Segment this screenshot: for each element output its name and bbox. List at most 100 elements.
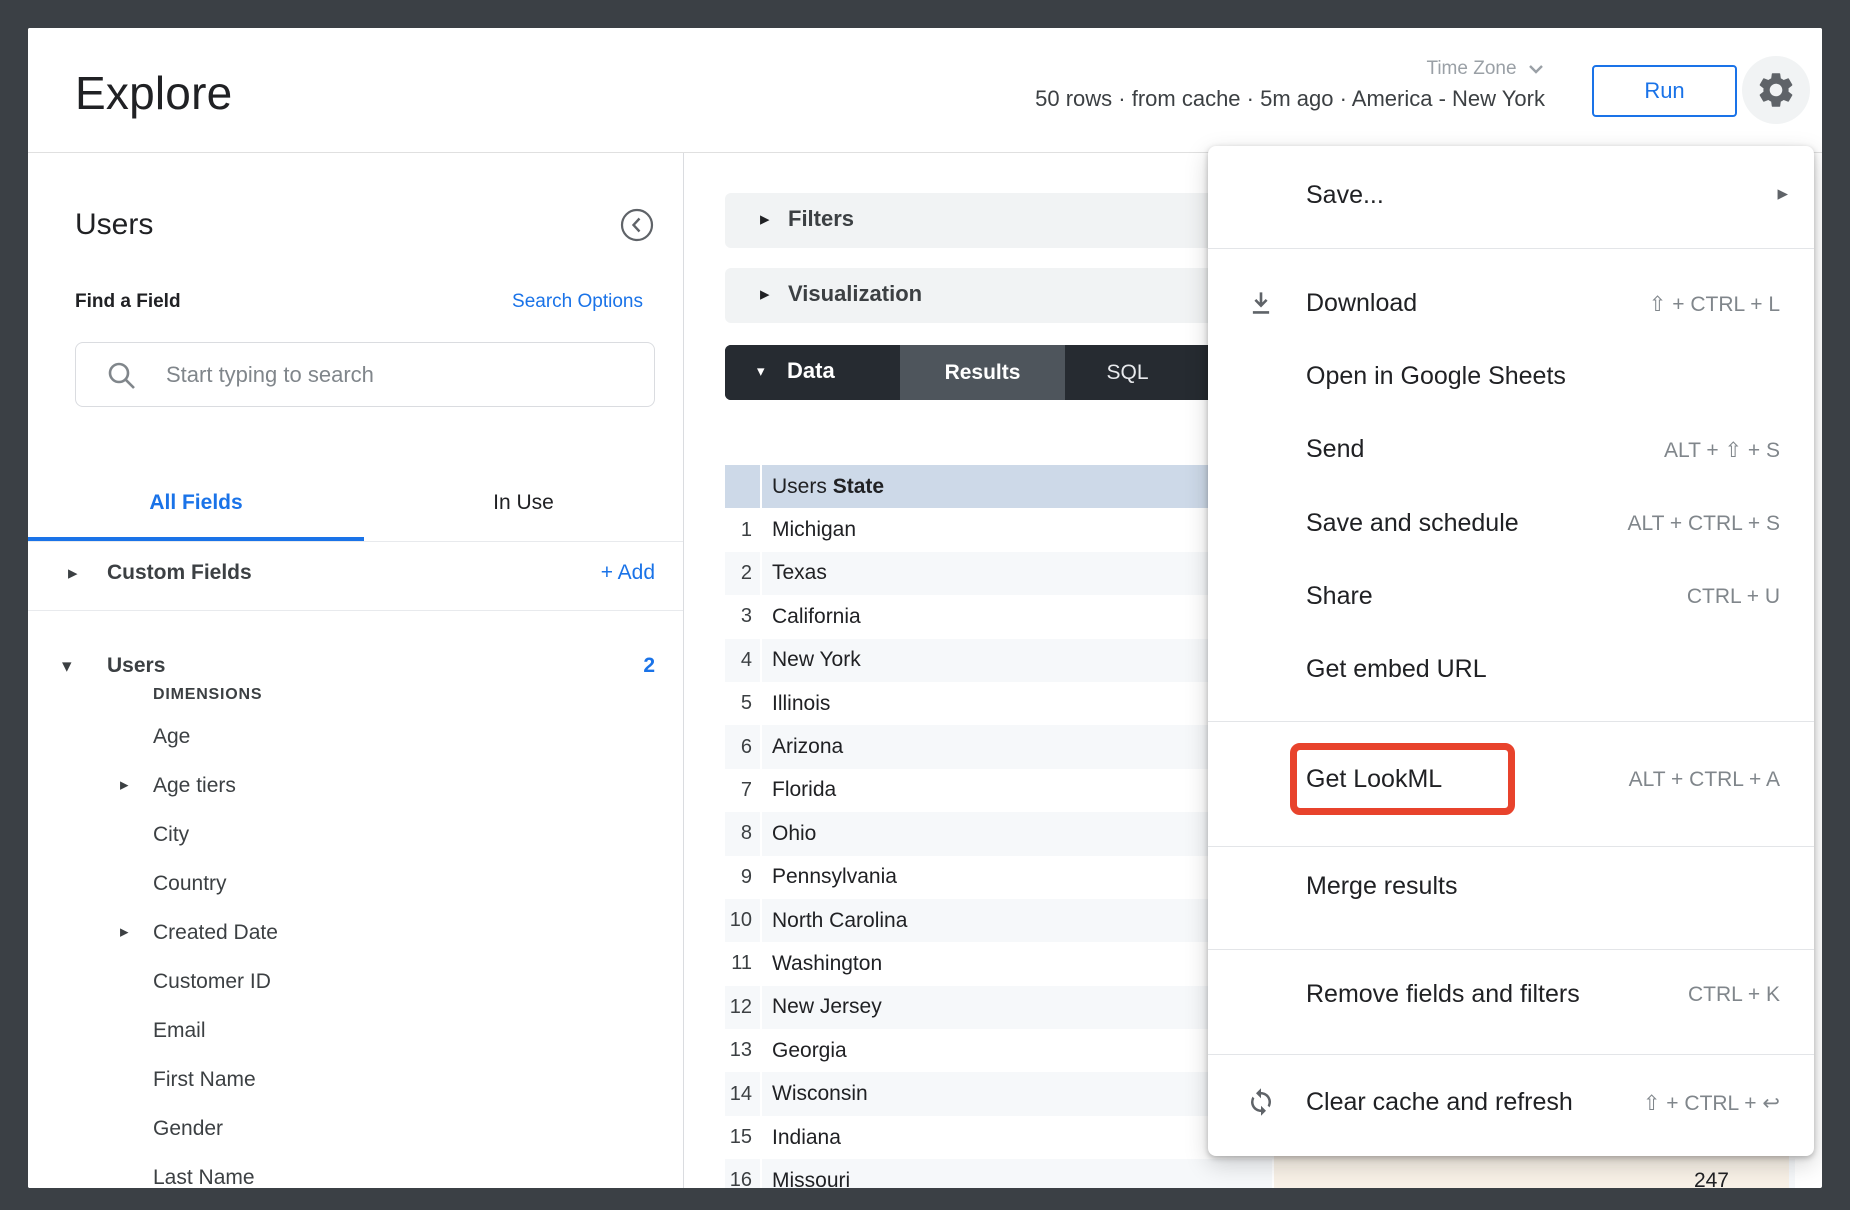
row-number: 15 — [725, 1116, 762, 1159]
menu-item-label: Get embed URL — [1306, 655, 1487, 684]
field-picker-sidebar: Users Find a Field Search Options All Fi… — [28, 153, 684, 1188]
state-cell[interactable]: Ohio — [762, 812, 1272, 855]
row-number: 6 — [725, 725, 762, 768]
state-cell[interactable]: New York — [762, 639, 1272, 682]
state-cell[interactable]: Pennsylvania — [762, 856, 1272, 899]
menu-item-save[interactable]: Save...▸ — [1208, 167, 1814, 223]
table-row: 16Missouri247 — [725, 1159, 1795, 1188]
chevron-down-icon — [1527, 63, 1545, 75]
field-item-customer-id[interactable]: Customer ID — [28, 959, 683, 1008]
menu-item-label: Save... — [1306, 181, 1384, 210]
row-number: 8 — [725, 812, 762, 855]
menu-item-remove[interactable]: Remove fields and filtersCTRL + K — [1208, 966, 1814, 1022]
row-number: 2 — [725, 552, 762, 595]
run-button[interactable]: Run — [1592, 65, 1737, 117]
field-label: Age tiers — [153, 774, 236, 798]
time-zone-control[interactable]: Time Zone — [1426, 58, 1545, 80]
menu-item-share[interactable]: ShareCTRL + U — [1208, 568, 1814, 624]
menu-item-sheets[interactable]: Open in Google Sheets — [1208, 348, 1814, 404]
gear-button[interactable] — [1742, 56, 1810, 124]
custom-fields-row[interactable]: ▸ Custom Fields + Add — [28, 548, 683, 604]
active-tab-underline — [28, 537, 364, 541]
menu-item-shortcut: CTRL + K — [1688, 983, 1780, 1007]
menu-item-label: Download — [1306, 289, 1417, 318]
menu-item-shortcut: CTRL + U — [1687, 585, 1780, 609]
menu-item-merge[interactable]: Merge results — [1208, 858, 1814, 914]
state-cell[interactable]: Georgia — [762, 1029, 1272, 1072]
chevron-right-icon[interactable]: ▸ — [120, 775, 129, 795]
collapse-sidebar-button[interactable] — [620, 208, 654, 242]
menu-item-label: Save and schedule — [1306, 509, 1519, 538]
state-cell[interactable]: Texas — [762, 552, 1272, 595]
search-options-link[interactable]: Search Options — [512, 291, 643, 313]
dimensions-heading: DIMENSIONS — [153, 686, 262, 704]
menu-item-clear[interactable]: Clear cache and refresh ⇧ + CTRL + ↩ — [1208, 1074, 1814, 1130]
refresh-icon — [1246, 1087, 1276, 1117]
users-group-row[interactable]: ▾ Users 2 — [28, 641, 683, 697]
search-input[interactable] — [164, 347, 638, 402]
field-label: Age — [153, 725, 190, 749]
field-item-gender[interactable]: Gender — [28, 1106, 683, 1155]
field-item-city[interactable]: City — [28, 812, 683, 861]
add-custom-field-button[interactable]: + Add — [601, 561, 655, 585]
field-item-age-tiers[interactable]: ▸ Age tiers — [28, 763, 683, 812]
menu-item-label: Clear cache and refresh — [1306, 1088, 1573, 1117]
state-cell[interactable]: California — [762, 595, 1272, 638]
menu-item-lookml[interactable]: Get LookMLALT + CTRL + A — [1208, 751, 1814, 807]
state-cell[interactable]: Washington — [762, 942, 1272, 985]
menu-item-shortcut: ⇧ + CTRL + L — [1649, 292, 1780, 317]
field-label: Country — [153, 872, 227, 896]
row-number: 7 — [725, 769, 762, 812]
tab-sql[interactable]: SQL — [1065, 345, 1190, 400]
state-cell[interactable]: Florida — [762, 769, 1272, 812]
state-cell[interactable]: Indiana — [762, 1116, 1272, 1159]
state-cell[interactable]: Arizona — [762, 725, 1272, 768]
chevron-right-icon[interactable]: ▸ — [120, 922, 129, 942]
menu-item-send[interactable]: SendALT + ⇧ + S — [1208, 421, 1814, 477]
state-cell[interactable]: Michigan — [762, 508, 1272, 551]
menu-divider — [1208, 949, 1814, 950]
row-number: 5 — [725, 682, 762, 725]
row-number: 4 — [725, 639, 762, 682]
field-label: Gender — [153, 1117, 223, 1141]
divider — [28, 610, 683, 611]
field-label: Email — [153, 1019, 206, 1043]
time-zone-label: Time Zone — [1426, 58, 1516, 80]
data-section-header[interactable]: ▾ Data — [725, 345, 900, 400]
chevron-right-icon: ▸ — [760, 208, 770, 231]
gear-icon — [1755, 69, 1797, 111]
field-label: First Name — [153, 1068, 256, 1092]
row-number: 10 — [725, 899, 762, 942]
selected-field-count-badge: 2 — [643, 654, 655, 678]
search-icon — [106, 360, 138, 392]
state-cell[interactable]: New Jersey — [762, 986, 1272, 1029]
menu-item-shortcut: ⇧ + CTRL + ↩ — [1643, 1091, 1780, 1116]
field-item-first-name[interactable]: First Name — [28, 1057, 683, 1106]
tab-all-fields[interactable]: All Fields — [28, 465, 364, 541]
state-cell[interactable]: Wisconsin — [762, 1072, 1272, 1115]
field-item-email[interactable]: Email — [28, 1008, 683, 1057]
count-cell[interactable]: 247 — [1272, 1159, 1789, 1188]
row-number: 13 — [725, 1029, 762, 1072]
menu-item-embed[interactable]: Get embed URL — [1208, 641, 1814, 697]
row-number: 3 — [725, 595, 762, 638]
menu-item-shortcut: ALT + CTRL + S — [1627, 512, 1780, 536]
field-item-last-name[interactable]: Last Name — [28, 1155, 683, 1188]
menu-item-shortcut: ALT + CTRL + A — [1629, 768, 1780, 792]
header: Explore Time Zone 50 rows · from cache ·… — [28, 28, 1822, 153]
tab-in-use[interactable]: In Use — [364, 465, 683, 541]
tab-results[interactable]: Results — [900, 345, 1065, 400]
field-item-created-date[interactable]: ▸Created Date — [28, 910, 683, 959]
menu-item-label: Open in Google Sheets — [1306, 362, 1566, 391]
row-number: 1 — [725, 508, 762, 551]
state-cell[interactable]: Illinois — [762, 682, 1272, 725]
state-cell[interactable]: North Carolina — [762, 899, 1272, 942]
menu-item-download[interactable]: Download ⇧ + CTRL + L — [1208, 275, 1814, 331]
query-status: 50 rows · from cache · 5m ago · America … — [1035, 86, 1545, 112]
state-cell[interactable]: Missouri — [762, 1159, 1272, 1188]
field-item-country[interactable]: Country — [28, 861, 683, 910]
users-state-column-header[interactable]: Users State — [762, 465, 1272, 508]
field-item-age[interactable]: Age — [28, 714, 683, 763]
menu-divider — [1208, 248, 1814, 249]
menu-item-save-schedule[interactable]: Save and schedule ALT + CTRL + S — [1208, 495, 1814, 551]
